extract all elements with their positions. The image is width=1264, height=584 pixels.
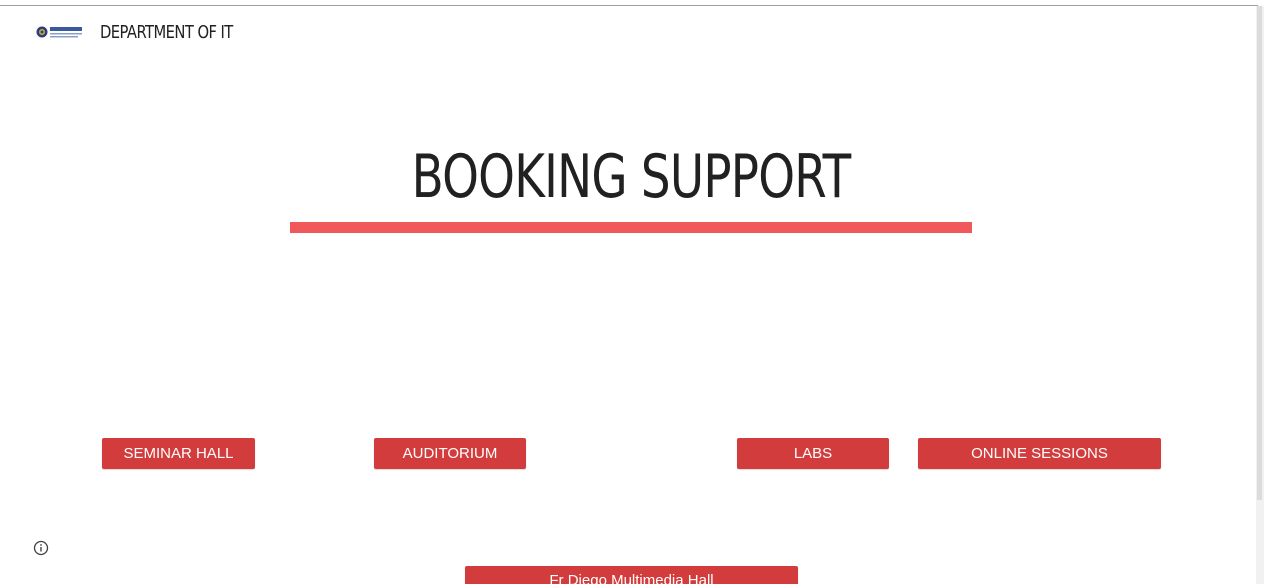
scrollbar-thumb[interactable] — [1257, 6, 1262, 500]
page-scrollbar[interactable] — [1256, 6, 1264, 584]
university-logo-icon[interactable] — [36, 24, 84, 40]
title-underline — [290, 222, 972, 233]
site-header: DEPARTMENT OF IT — [36, 18, 262, 46]
page-title: BOOKING SUPPORT — [411, 142, 852, 212]
top-border — [0, 5, 1258, 6]
site-title[interactable]: DEPARTMENT OF IT — [100, 22, 233, 43]
labs-button[interactable]: LABS — [737, 438, 889, 469]
seminar-hall-button[interactable]: SEMINAR HALL — [102, 438, 255, 469]
online-sessions-button[interactable]: ONLINE SESSIONS — [918, 438, 1161, 469]
auditorium-button[interactable]: AUDITORIUM — [374, 438, 526, 469]
multimedia-hall-button[interactable]: Fr Diego Multimedia Hall — [465, 566, 798, 584]
info-icon[interactable] — [33, 540, 49, 556]
